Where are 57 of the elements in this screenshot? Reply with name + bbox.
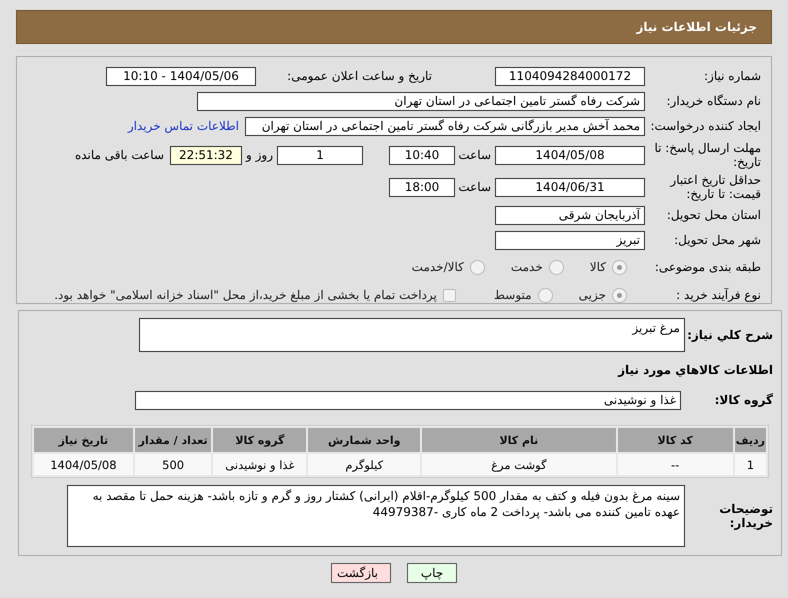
back-button[interactable]: بازگشت <box>331 563 391 583</box>
table-cell: 500 <box>134 454 212 475</box>
column-header: ردیف <box>734 428 766 452</box>
requester-field: محمد آخش مدیر بازرگانی شرکت رفاه گستر تامین اجتماعی در استان تهران <box>245 116 645 136</box>
page-title: جزئیات اطلاعات نیاز <box>636 20 757 34</box>
radio-label: خدمت <box>510 260 543 274</box>
remaining-time-field: 22:51:32 <box>170 146 242 164</box>
reply-date-field: 1404/05/08 <box>495 146 645 164</box>
table-cell: -- <box>618 454 733 475</box>
days-field: 1 <box>277 146 363 164</box>
buyer-contact-link[interactable]: اطلاعات تماس خریدار <box>128 119 239 133</box>
field-label: ساعت <box>457 180 492 194</box>
description-textarea[interactable]: مرغ تبریز <box>139 318 685 352</box>
field-label: نوع فرآیند خرید : <box>675 288 762 302</box>
table-cell: 1 <box>734 454 766 475</box>
city-field: تبریز <box>495 230 645 250</box>
field-label: توضیحات خریدار: <box>718 502 774 530</box>
field-label: نام دستگاه خریدار: <box>666 94 762 108</box>
radio-label: کالا/خدمت <box>412 260 464 274</box>
radio-label: جزیی <box>578 288 606 302</box>
column-header: گروه کالا <box>213 428 306 452</box>
validity-date-field: 1404/06/31 <box>495 178 645 196</box>
column-header: واحد شمارش <box>308 428 420 452</box>
field-label: شماره نیاز: <box>703 69 762 83</box>
field-label: گروه کالا: <box>714 393 774 407</box>
field-label: تاریخ و ساعت اعلان عمومی: <box>286 69 433 83</box>
field-label: حداقل تاریخ اعتبار قیمت: تا تاریخ: <box>668 173 762 201</box>
field-label: شرح كلي نياز: <box>686 328 774 342</box>
column-header: تاریخ نیاز <box>34 428 133 452</box>
buyer-org-field: شرکت رفاه گستر تامین اجتماعی در استان تهران <box>197 92 645 110</box>
field-label: شهر محل تحویل: <box>673 233 762 247</box>
table-cell: گوشت مرغ <box>422 454 616 475</box>
announce-date-field: 1404/05/06 - 10:10 <box>106 66 256 86</box>
field-label: ساعت باقی مانده <box>74 148 165 162</box>
province-field: آذربایجان شرقی <box>495 206 645 224</box>
field-label: مهلت ارسال پاسخ: تا تاریخ: <box>653 141 762 169</box>
buyer-notes-textarea[interactable]: سینه مرغ بدون فیله و کتف به مقدار 500 کیلوگرم-اقلام (ایرانی) کشتار روز و گرم و تازه باشد- هزینه حمل تا مقصد به عهده تامین کننده می باشد- پرداخت 2 ماه کاری -44979387 <box>67 485 685 547</box>
field-label: طبقه بندی موضوعی: <box>654 260 762 274</box>
radio-label: کالا <box>590 260 606 274</box>
section-title: اطلاعات كالاهاي مورد نياز <box>616 363 774 377</box>
column-header: کد کالا <box>618 428 733 452</box>
checkbox-label: پرداخت تمام یا بخشی از مبلغ خرید،از محل "اسناد خزانه اسلامی" خواهد بود. <box>54 288 437 302</box>
field-label: روز و <box>244 148 274 162</box>
table-cell: غذا و نوشیدنی <box>213 454 306 475</box>
radio-label: متوسط <box>494 288 532 302</box>
column-header: تعداد / مقدار <box>134 428 212 452</box>
field-label: ایجاد کننده درخواست: <box>649 119 762 133</box>
reply-time-field: 10:40 <box>389 146 455 164</box>
table-cell: 1404/05/08 <box>34 454 133 475</box>
table-cell: کیلوگرم <box>308 454 420 475</box>
validity-time-field: 18:00 <box>389 178 455 196</box>
field-label: ساعت <box>457 148 492 162</box>
need-number-field: 1104094284000172 <box>495 66 645 86</box>
print-button[interactable]: چاپ <box>407 563 457 583</box>
goods-group-field: غذا و نوشیدنی <box>135 390 681 410</box>
field-label: استان محل تحویل: <box>666 208 762 222</box>
column-header: نام کالا <box>422 428 616 452</box>
